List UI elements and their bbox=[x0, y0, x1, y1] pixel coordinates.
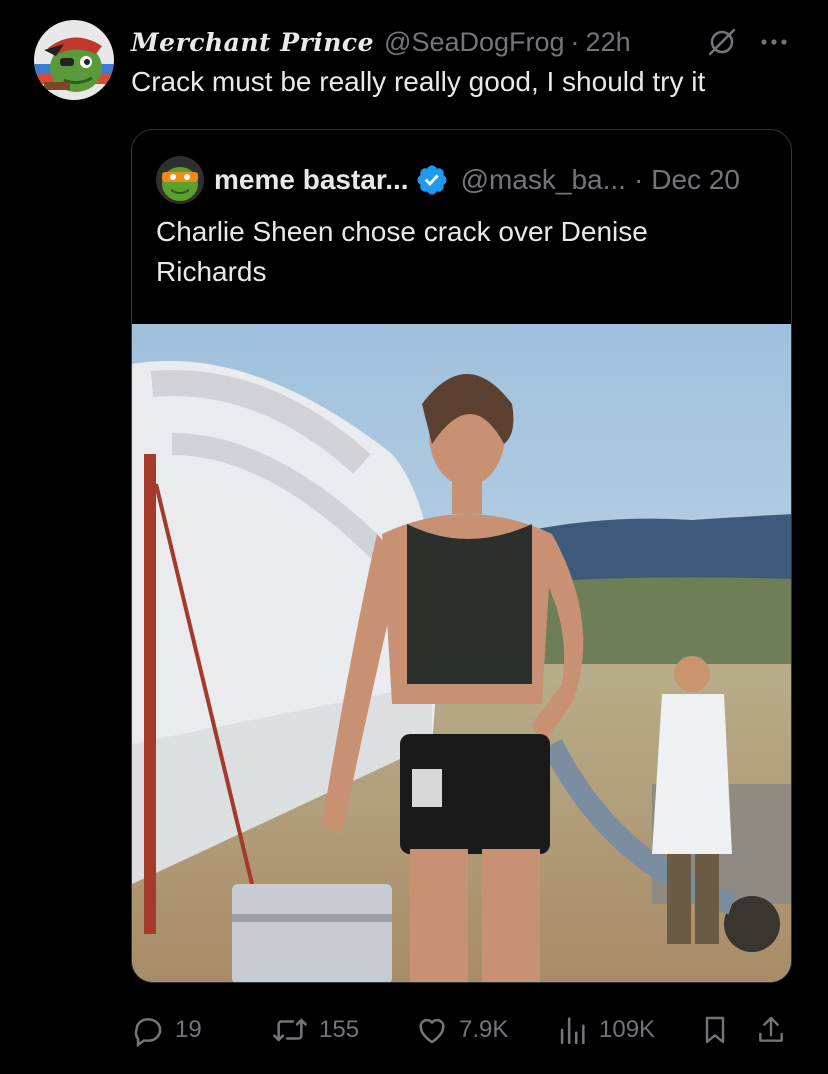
bookmark-button[interactable] bbox=[699, 1008, 741, 1052]
quoted-handle[interactable]: @mask_ba... bbox=[461, 164, 626, 196]
share-button[interactable] bbox=[755, 1008, 797, 1052]
reply-icon bbox=[134, 1018, 162, 1047]
quoted-photo[interactable] bbox=[132, 324, 791, 982]
repost-button[interactable]: 155 bbox=[271, 1008, 359, 1052]
repost-count: 155 bbox=[319, 1016, 360, 1043]
reply-button[interactable]: 19 bbox=[131, 1008, 202, 1052]
quoted-display-name[interactable]: meme bastar... bbox=[214, 164, 409, 196]
more-dots-icon[interactable] bbox=[756, 26, 792, 58]
action-bar: 19 155 7.9K 109K bbox=[131, 1008, 796, 1052]
author-avatar[interactable] bbox=[34, 20, 114, 100]
quoted-author-avatar[interactable] bbox=[156, 156, 204, 204]
tweet[interactable]: Merchant Prince @SeaDogFrog · 22h Crack … bbox=[0, 0, 828, 1074]
like-count: 7.9K bbox=[459, 1016, 509, 1043]
quoted-tweet-text: Charlie Sheen chose crack over Denise Ri… bbox=[156, 216, 648, 287]
tweet-timestamp[interactable]: 22h bbox=[586, 27, 631, 58]
like-button[interactable]: 7.9K bbox=[415, 1008, 508, 1052]
repost-icon bbox=[273, 1018, 307, 1042]
grok-icon[interactable] bbox=[704, 26, 740, 58]
separator-dot: · bbox=[570, 26, 580, 57]
separator-dot: · bbox=[633, 164, 644, 195]
quoted-header: meme bastar... @mask_ba... · Dec 20 bbox=[214, 162, 740, 198]
author-handle[interactable]: @SeaDogFrog bbox=[384, 27, 565, 58]
views-chart-icon bbox=[560, 1017, 585, 1045]
tweet-text: Crack must be really really good, I shou… bbox=[131, 66, 706, 97]
views-button[interactable]: 109K bbox=[555, 1008, 655, 1052]
author-display-name[interactable]: Merchant Prince bbox=[131, 28, 374, 57]
views-count: 109K bbox=[599, 1016, 656, 1043]
quoted-tweet[interactable]: meme bastar... @mask_ba... · Dec 20 Char… bbox=[131, 129, 792, 983]
bookmark-icon bbox=[705, 1016, 725, 1044]
heart-icon bbox=[419, 1018, 445, 1044]
tweet-header: Merchant Prince @SeaDogFrog · 22h bbox=[131, 24, 631, 60]
share-icon bbox=[759, 1016, 783, 1042]
reply-count: 19 bbox=[175, 1016, 202, 1043]
quoted-date[interactable]: Dec 20 bbox=[651, 164, 740, 196]
verified-badge-icon bbox=[417, 165, 447, 195]
